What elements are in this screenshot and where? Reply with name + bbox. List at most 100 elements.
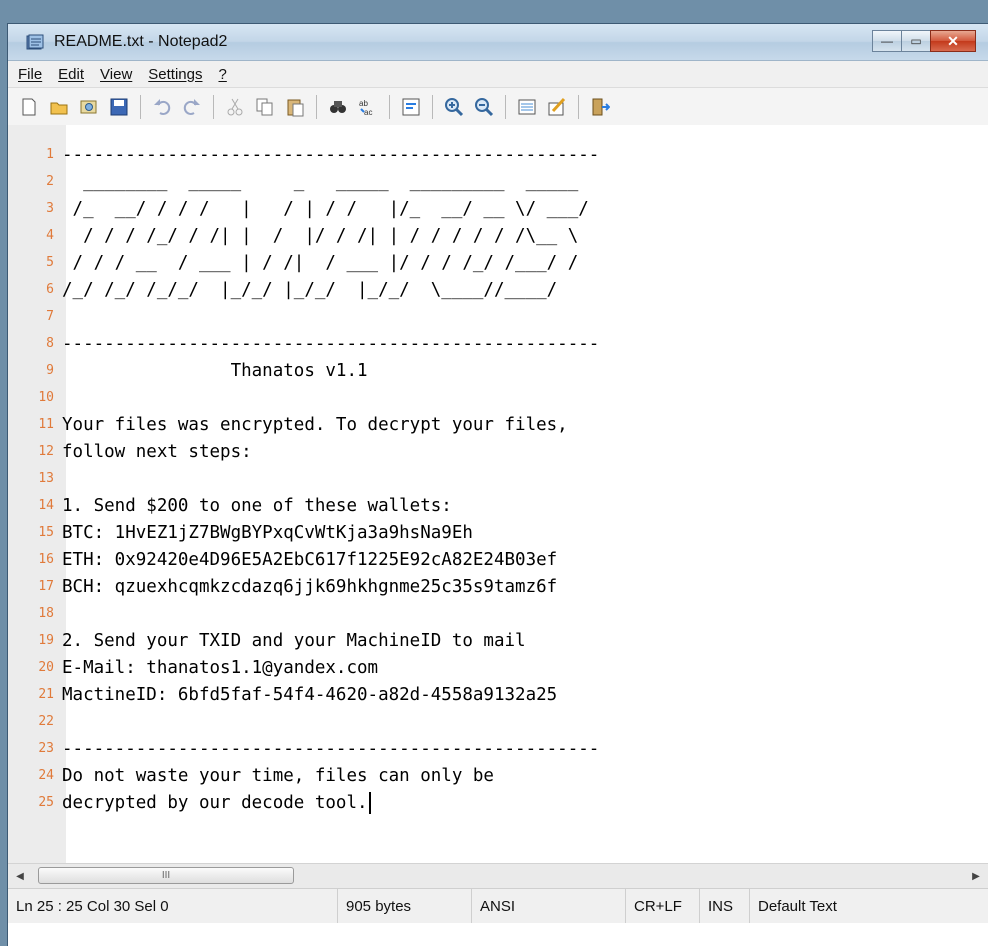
find-icon bbox=[330, 101, 346, 113]
line-text[interactable]: follow next steps: bbox=[58, 442, 252, 462]
editor-line[interactable]: 19 2. Send your TXID and your MachineID t… bbox=[8, 627, 988, 654]
wordwrap-button[interactable] bbox=[398, 94, 424, 120]
maximize-button[interactable]: ▭ bbox=[901, 30, 931, 52]
line-text[interactable]: MactineID: 6bfd5faf-54f4-4620-a82d-4558a… bbox=[58, 685, 557, 705]
line-text[interactable]: BCH: qzuexhcqmkzcdazq6jjk69hkhgnme25c35s… bbox=[58, 577, 557, 597]
editor-line[interactable]: 20 E-Mail: thanatos1.1@yandex.com bbox=[8, 654, 988, 681]
editor-line[interactable]: 14 1. Send $200 to one of these wallets: bbox=[8, 492, 988, 519]
editor-line[interactable]: 6 /_/ /_/ /_/_/ |_/_/ |_/_/ |_/_/ \____//… bbox=[8, 276, 988, 303]
minimize-button[interactable]: — bbox=[872, 30, 902, 52]
editor-line[interactable]: 10 bbox=[8, 384, 988, 411]
line-number: 6 bbox=[46, 282, 54, 297]
line-text[interactable]: decrypted by our decode tool. bbox=[58, 791, 371, 814]
line-text[interactable]: E-Mail: thanatos1.1@yandex.com bbox=[58, 658, 378, 678]
line-text[interactable]: 2. Send your TXID and your MachineID to … bbox=[58, 631, 526, 651]
browse-button[interactable] bbox=[76, 94, 102, 120]
line-text[interactable]: Your files was encrypted. To decrypt you… bbox=[58, 415, 568, 435]
editor-line[interactable]: 18 bbox=[8, 600, 988, 627]
zoom-out-button[interactable] bbox=[471, 94, 497, 120]
cut-button[interactable] bbox=[222, 94, 248, 120]
zoom-in-button[interactable] bbox=[441, 94, 467, 120]
editor-line[interactable]: 4 / / / /_/ / /| | / |/ / /| | / / / / /… bbox=[8, 222, 988, 249]
window-controls: — ▭ ✕ bbox=[872, 30, 976, 52]
line-text[interactable]: ETH: 0x92420e4D96E5A2EbC617f1225E92cA82E… bbox=[58, 550, 557, 570]
editor-line[interactable]: 11 Your files was encrypted. To decrypt y… bbox=[8, 411, 988, 438]
find-button[interactable] bbox=[325, 94, 351, 120]
scroll-thumb[interactable]: III bbox=[38, 867, 294, 884]
line-text[interactable]: Do not waste your time, files can only b… bbox=[58, 766, 494, 786]
toolbar: ab ac bbox=[8, 88, 988, 127]
line-text[interactable]: /_ __/ / / / | / | / / |/_ __/ __ \/ ___… bbox=[58, 199, 589, 219]
editor-line[interactable]: 21 MactineID: 6bfd5faf-54f4-4620-a82d-455… bbox=[8, 681, 988, 708]
line-text[interactable]: BTC: 1HvEZ1jZ7BWgBYPxqCvWtKja3a9hsNa9Eh bbox=[58, 523, 473, 543]
editor-line[interactable]: 12 follow next steps: bbox=[8, 438, 988, 465]
status-mode[interactable]: INS bbox=[700, 889, 750, 923]
exit-button[interactable] bbox=[587, 94, 613, 120]
line-number: 24 bbox=[38, 768, 54, 783]
redo-button[interactable] bbox=[179, 94, 205, 120]
menu-settings[interactable]: Settings bbox=[140, 66, 210, 83]
scheme-icon bbox=[518, 99, 536, 115]
save-button[interactable] bbox=[106, 94, 132, 120]
status-scheme[interactable]: Default Text bbox=[750, 889, 988, 923]
editor-line[interactable]: 9 Thanatos v1.1 bbox=[8, 357, 988, 384]
editor-line[interactable]: 5 / / / __ / ___ | / /| / ___ |/ / / /_/… bbox=[8, 249, 988, 276]
line-text[interactable]: Thanatos v1.1 bbox=[58, 361, 368, 381]
menu-edit[interactable]: Edit bbox=[50, 66, 92, 83]
menu-view[interactable]: View bbox=[92, 66, 140, 83]
scroll-left-arrow[interactable]: ◀ bbox=[8, 865, 32, 887]
undo-button[interactable] bbox=[149, 94, 175, 120]
line-number: 17 bbox=[38, 579, 54, 594]
line-text[interactable]: /_/ /_/ /_/_/ |_/_/ |_/_/ |_/_/ \____//_… bbox=[58, 280, 557, 300]
customize-button[interactable] bbox=[544, 94, 570, 120]
editor-line[interactable]: 24 Do not waste your time, files can only… bbox=[8, 762, 988, 789]
editor-line[interactable]: 8 ---------------------------------------… bbox=[8, 330, 988, 357]
line-text[interactable]: / / / /_/ / /| | / |/ / /| | / / / / / /… bbox=[58, 226, 578, 246]
line-number: 10 bbox=[38, 390, 54, 405]
copy-icon bbox=[256, 98, 273, 116]
scheme-button[interactable] bbox=[514, 94, 540, 120]
copy-button[interactable] bbox=[252, 94, 278, 120]
menu-bar: File Edit View Settings ? bbox=[8, 61, 988, 88]
line-number: 19 bbox=[38, 633, 54, 648]
line-number: 25 bbox=[38, 795, 54, 810]
menu-help[interactable]: ? bbox=[210, 66, 234, 83]
line-text[interactable]: ________ _____ _ _____ _________ _____ bbox=[58, 172, 578, 192]
line-text[interactable]: ----------------------------------------… bbox=[58, 334, 599, 354]
menu-file[interactable]: File bbox=[8, 66, 50, 83]
editor-line[interactable]: 22 bbox=[8, 708, 988, 735]
status-encoding[interactable]: ANSI bbox=[472, 889, 626, 923]
line-text[interactable]: / / / __ / ___ | / /| / ___ |/ / / /_/ /… bbox=[58, 253, 579, 273]
save-icon bbox=[110, 98, 128, 116]
title-bar[interactable]: README.txt - Notepad2 — ▭ ✕ bbox=[8, 24, 988, 61]
scroll-track[interactable]: III bbox=[32, 866, 964, 886]
open-button[interactable] bbox=[46, 94, 72, 120]
toolbar-separator bbox=[213, 95, 214, 119]
editor-line[interactable]: 3 /_ __/ / / / | / | / / |/_ __/ __ \/ _… bbox=[8, 195, 988, 222]
line-text[interactable]: 1. Send $200 to one of these wallets: bbox=[58, 496, 452, 516]
line-number: 7 bbox=[46, 309, 54, 324]
editor-line[interactable]: 13 bbox=[8, 465, 988, 492]
line-text[interactable]: ----------------------------------------… bbox=[58, 145, 599, 165]
paste-button[interactable] bbox=[282, 94, 308, 120]
editor-line[interactable]: 15 BTC: 1HvEZ1jZ7BWgBYPxqCvWtKja3a9hsNa9E… bbox=[8, 519, 988, 546]
scroll-right-arrow[interactable]: ▶ bbox=[964, 865, 988, 887]
replace-button[interactable]: ab ac bbox=[355, 94, 381, 120]
new-button[interactable] bbox=[16, 94, 42, 120]
editor-line[interactable]: 17 BCH: qzuexhcqmkzcdazq6jjk69hkhgnme25c3… bbox=[8, 573, 988, 600]
editor-line[interactable]: 2 ________ _____ _ _____ _________ _____ bbox=[8, 168, 988, 195]
horizontal-scrollbar[interactable]: ◀ III ▶ bbox=[8, 863, 988, 888]
editor-line[interactable]: 16 ETH: 0x92420e4D96E5A2EbC617f1225E92cA8… bbox=[8, 546, 988, 573]
text-editor[interactable]: 1 ---------------------------------------… bbox=[8, 125, 988, 863]
line-number: 18 bbox=[38, 606, 54, 621]
line-number: 2 bbox=[46, 174, 54, 189]
new-icon bbox=[22, 98, 36, 116]
editor-line[interactable]: 25 decrypted by our decode tool. bbox=[8, 789, 988, 816]
editor-line[interactable]: 23 --------------------------------------… bbox=[8, 735, 988, 762]
toolbar-separator bbox=[432, 95, 433, 119]
line-text[interactable]: ----------------------------------------… bbox=[58, 739, 599, 759]
close-button[interactable]: ✕ bbox=[930, 30, 976, 52]
editor-line[interactable]: 7 bbox=[8, 303, 988, 330]
editor-line[interactable]: 1 ---------------------------------------… bbox=[8, 141, 988, 168]
status-eol[interactable]: CR+LF bbox=[626, 889, 700, 923]
